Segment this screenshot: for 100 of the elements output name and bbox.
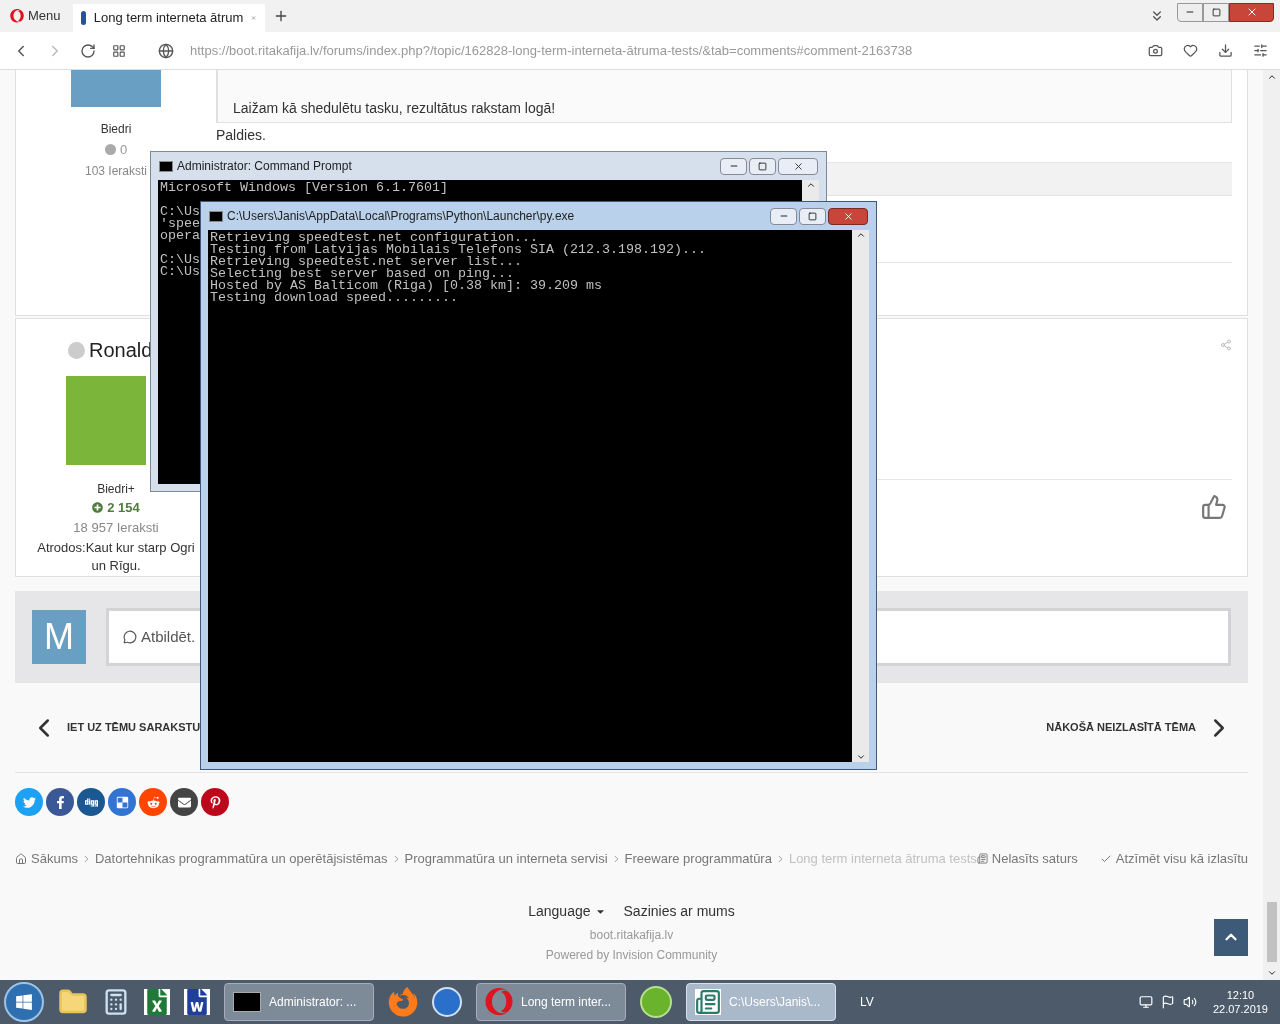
restore-icon [1211,7,1221,17]
back-to-list-link[interactable]: IET UZ TĒMU SARAKSTU [29,712,201,743]
reload-icon[interactable] [80,42,96,59]
thumbs-up-icon[interactable] [1201,494,1227,520]
console-icon [209,210,223,222]
member-location: Atrodos:Kaut kur starp Ogri un Rīgu. [36,539,196,575]
scroll-up-icon[interactable] [855,230,866,240]
maximize-icon [758,161,767,171]
contact-link[interactable]: Sazinies ar mums [623,900,735,922]
pinterest-share-button[interactable] [201,788,229,816]
scroll-up-icon[interactable] [805,180,816,190]
camera-icon[interactable] [1148,43,1163,58]
reddit-icon [146,795,160,809]
delicious-share-button[interactable] [108,788,136,816]
powered-by-link[interactable]: Powered by Invision Community [545,945,718,964]
close-icon [842,210,854,222]
speed-dial-icon[interactable] [112,43,126,58]
console-line: Microsoft Windows [Version 6.1.7601] [160,182,448,194]
windows-logo-icon [15,993,33,1011]
next-topic-link[interactable]: NĀKOŠĀ NEIZLASĪTĀ TĒMA [1046,712,1234,743]
console-line: C:\Us [160,254,200,266]
digg-share-button[interactable] [77,788,105,816]
console-line: Hosted by AS Balticom (Riga) [0.38 km]: 39.209 ms [210,280,602,292]
maximize-button[interactable] [799,207,826,225]
email-share-button[interactable] [170,788,198,816]
minimize-button[interactable] [770,207,797,225]
tab-title: Long term interneta ātrum [93,9,244,28]
facebook-share-button[interactable] [46,788,74,816]
console-line: Testing download speed......... [210,292,458,304]
close-button[interactable] [1229,2,1274,22]
avatar-letter: M [32,610,86,664]
download-icon[interactable] [1218,43,1233,58]
site-favicon-icon [80,11,86,25]
clock-date[interactable]: 22.07.2019 [1212,1002,1268,1016]
speech-bubble-icon [123,630,137,644]
console-icon [159,160,173,172]
window-icon [695,989,721,1015]
envelope-icon [177,795,191,809]
breadcrumb-link[interactable]: Datortehnikas programmatūra un operētājsistēmas [94,849,388,869]
flag-icon[interactable] [1160,995,1175,1009]
taskbar-window-button[interactable]: Long term inter... [476,983,626,1021]
console-line: C:\Us [160,266,200,278]
clock-time[interactable]: 12:10 [1226,988,1255,1002]
minimize-button[interactable] [1177,2,1203,22]
breadcrumb-link[interactable]: Freeware programmatūra [624,849,772,869]
restore-button[interactable] [1203,2,1229,22]
member-rank: Biedri [100,121,132,138]
firefox-icon[interactable] [388,987,418,1017]
pinterest-icon [208,795,222,809]
post-body: Paldies. [216,126,267,145]
spreadsheet-icon[interactable] [144,989,170,1015]
scroll-up-icon[interactable] [1266,72,1277,82]
console-line: Retrieving speedtest.net server list... [210,256,522,268]
minimize-button[interactable] [720,157,747,175]
menu-button[interactable]: Menu [6,2,65,30]
mark-read-link[interactable]: Atzīmēt visu kā izlasītu [1099,849,1248,869]
taskbar-window-label: C:\Users\Janis\... [729,994,821,1011]
reputation-count: 2 154 [92,498,140,518]
scroll-down-icon[interactable] [855,752,866,762]
opera-icon [10,9,24,23]
twitter-share-button[interactable] [15,788,43,816]
post-count: 103 Ieraksti [84,162,147,180]
volume-icon[interactable] [1182,995,1197,1009]
breadcrumb-link[interactable]: Programmatūra un interneta servisi [404,849,608,869]
breadcrumb-link[interactable]: Sākums [15,849,78,869]
back-to-top-button[interactable] [1214,918,1248,956]
browser-tab[interactable]: Long term interneta ātrum [72,4,265,32]
start-button[interactable] [4,982,44,1022]
window-title: Administrator: Command Prompt [177,158,352,175]
taskbar-window-button[interactable]: Administrator: ... [224,983,374,1021]
console-line: 'spee [160,218,200,230]
language-indicator[interactable]: LV [860,993,874,1011]
settings-icon[interactable] [1253,43,1268,58]
page-scrollbar[interactable] [1263,70,1280,980]
console-line: Selecting best server based on ping... [210,268,514,280]
post-count: 18 957 Ieraksti [73,518,159,537]
taskbar-window-label: Administrator: ... [269,994,357,1011]
quote-text: Laižam kā shedulētu tasku, rezultātus rakstam logā! [233,99,556,118]
opera-icon [485,988,513,1016]
language-menu[interactable]: Language [528,900,606,922]
close-button[interactable] [828,207,868,225]
scroll-thumb[interactable] [1266,902,1277,962]
reputation-count: 0 [104,140,128,160]
console-line: Testing from Latvijas Mobilais Telefons SIA (212.3.198.192)... [210,244,706,256]
maximize-button[interactable] [749,157,776,175]
reply-placeholder: Atbildēt. [141,626,196,647]
unread-content-link[interactable]: Nelasīts saturs [976,849,1078,869]
console-line: Retrieving speedtest.net configuration... [210,232,538,244]
console-line: opera [160,230,200,242]
document-icon[interactable] [184,989,210,1015]
plus-icon [92,502,104,514]
globe-icon [158,42,174,59]
close-icon [792,160,804,172]
digg-icon [84,795,98,809]
home-icon [15,852,27,865]
network-icon[interactable] [1138,995,1153,1009]
scroll-down-icon[interactable] [1266,968,1277,978]
scrollbar[interactable] [852,230,869,762]
maximize-icon [808,211,817,221]
heart-icon[interactable] [1183,43,1198,58]
